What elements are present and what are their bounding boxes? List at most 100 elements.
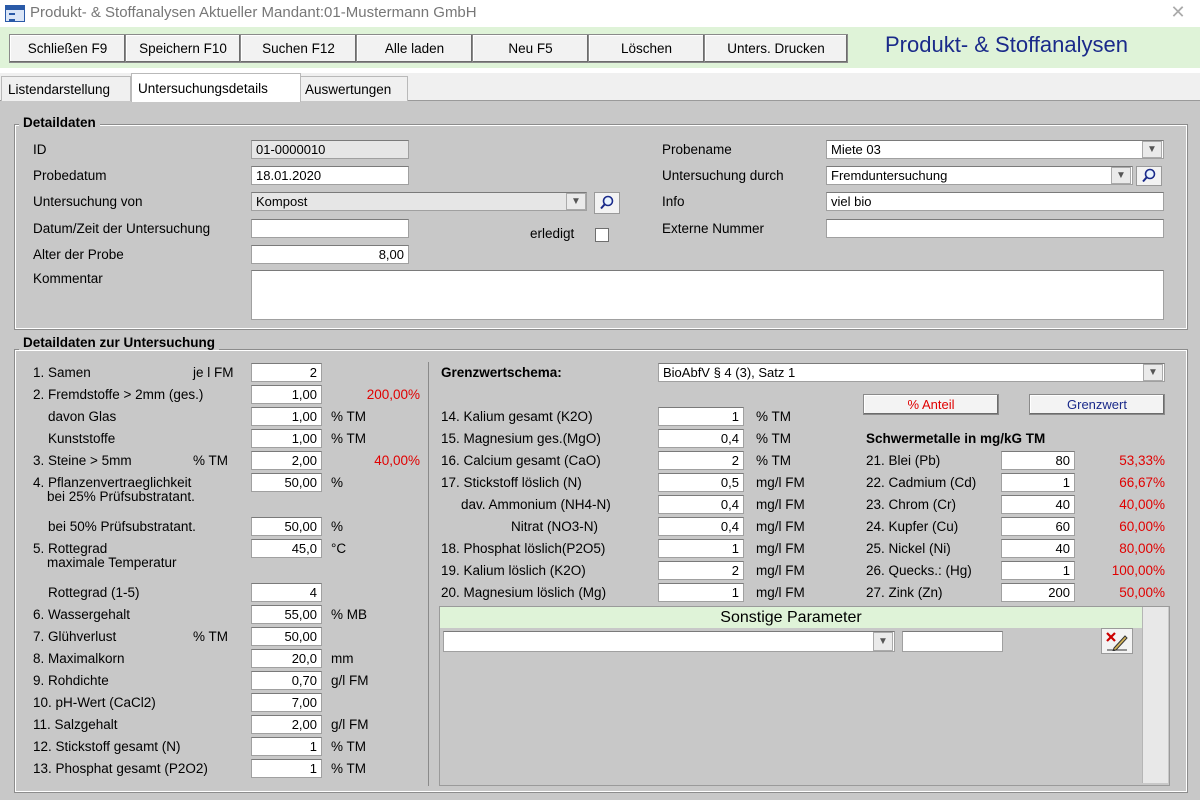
erledigt-checkbox[interactable] xyxy=(595,228,609,242)
untersuchung-von-combo[interactable]: Kompost xyxy=(251,192,587,211)
probename-combo[interactable]: Miete 03 xyxy=(826,140,1164,159)
column-divider xyxy=(428,362,429,786)
param-field[interactable]: 0,5 xyxy=(658,473,744,492)
new-button[interactable]: Neu F5 xyxy=(472,34,589,63)
param-label-sub: bei 25% Prüfsubstratant. xyxy=(47,489,195,504)
detail-group-title: Detaildaten xyxy=(19,115,100,130)
param-unit: % TM xyxy=(331,739,367,754)
param-field[interactable]: 2,00 xyxy=(251,451,322,470)
param-field[interactable]: 4 xyxy=(251,583,322,602)
tab-untersuchungsdetails[interactable]: Untersuchungsdetails xyxy=(131,73,301,102)
chevron-down-icon[interactable]: ▼ xyxy=(873,632,893,651)
page-heading: Produkt- & Stoffanalysen xyxy=(885,32,1128,57)
metal-field[interactable]: 200 xyxy=(1001,583,1075,602)
param-field[interactable]: 1 xyxy=(658,407,744,426)
param-field[interactable]: 0,70 xyxy=(251,671,322,690)
chevron-down-icon[interactable]: ▼ xyxy=(1142,141,1162,158)
param-label: Rottegrad (1-5) xyxy=(48,585,140,600)
probedatum-field[interactable]: 18.01.2020 xyxy=(251,166,409,185)
metal-label: 23. Chrom (Cr) xyxy=(866,497,957,512)
param-unit: % xyxy=(331,475,344,490)
grenzwert-button[interactable]: Grenzwert xyxy=(1029,394,1165,415)
param-unit: mg/l FM xyxy=(756,475,805,490)
metal-field[interactable]: 80 xyxy=(1001,451,1075,470)
sonstige-value-field[interactable] xyxy=(902,631,1003,652)
param-field[interactable]: 0,4 xyxy=(658,495,744,514)
untersuchung-durch-combo[interactable]: Fremduntersuchung xyxy=(826,166,1133,185)
metal-field[interactable]: 60 xyxy=(1001,517,1075,536)
id-field[interactable]: 01-0000010 xyxy=(251,140,409,159)
param-field[interactable]: 45,0 xyxy=(251,539,322,558)
param-field[interactable]: 2,00 xyxy=(251,715,322,734)
save-button[interactable]: Speichern F10 xyxy=(125,34,241,63)
param-field[interactable]: 1 xyxy=(251,759,322,778)
param-label: 5. Rottegrad xyxy=(33,541,108,556)
chevron-down-icon[interactable]: ▼ xyxy=(1143,364,1163,381)
kommentar-label: Kommentar xyxy=(33,271,103,286)
param-label: 4. Pflanzenvertraeglichkeit xyxy=(33,475,192,490)
param-unit: mm xyxy=(331,651,354,666)
metal-field[interactable]: 40 xyxy=(1001,539,1075,558)
param-field[interactable]: 1,00 xyxy=(251,407,322,426)
tab-listendarstellung[interactable]: Listendarstellung xyxy=(1,76,131,101)
param-field[interactable]: 1 xyxy=(251,737,322,756)
search-icon[interactable] xyxy=(1136,166,1162,186)
param-field[interactable]: 2 xyxy=(658,451,744,470)
alter-field[interactable]: 8,00 xyxy=(251,245,409,264)
param-field[interactable]: 1 xyxy=(658,539,744,558)
param-field[interactable]: 0,4 xyxy=(658,517,744,536)
param-label: 20. Magnesium löslich (Mg) xyxy=(441,585,607,600)
param-unit: % TM xyxy=(756,453,792,468)
param-field[interactable]: 1,00 xyxy=(251,429,322,448)
param-field[interactable]: 50,00 xyxy=(251,517,322,536)
metal-field[interactable]: 1 xyxy=(1001,473,1075,492)
sonstige-combo[interactable] xyxy=(443,631,895,652)
probedatum-label: Probedatum xyxy=(33,168,107,183)
untersuchung-von-label: Untersuchung von xyxy=(33,194,143,209)
print-button[interactable]: Unters. Drucken xyxy=(704,34,848,63)
param-field[interactable]: 50,00 xyxy=(251,473,322,492)
param-field[interactable]: 2 xyxy=(251,363,322,382)
param-label: 17. Stickstoff löslich (N) xyxy=(441,475,582,490)
metal-percent: 100,00% xyxy=(1111,563,1165,578)
info-field[interactable]: viel bio xyxy=(826,192,1164,211)
param-unit: mg/l FM xyxy=(756,519,805,534)
load-all-button[interactable]: Alle laden xyxy=(356,34,473,63)
kommentar-field[interactable] xyxy=(251,270,1164,320)
close-button[interactable]: Schließen F9 xyxy=(9,34,126,63)
delete-button[interactable]: Löschen xyxy=(588,34,705,63)
chevron-down-icon[interactable]: ▼ xyxy=(1111,167,1131,184)
param-unit: mg/l FM xyxy=(756,585,805,600)
param-field[interactable]: 50,00 xyxy=(251,627,322,646)
param-label: Nitrat (NO3-N) xyxy=(511,519,598,534)
anteil-button[interactable]: % Anteil xyxy=(863,394,999,415)
metal-field[interactable]: 1 xyxy=(1001,561,1075,580)
param-field[interactable]: 7,00 xyxy=(251,693,322,712)
param-unit: % TM xyxy=(331,409,367,424)
search-icon[interactable] xyxy=(594,192,620,214)
externe-nummer-field[interactable] xyxy=(826,219,1164,238)
param-field[interactable]: 55,00 xyxy=(251,605,322,624)
param-field[interactable]: 1 xyxy=(658,583,744,602)
param-label: 15. Magnesium ges.(MgO) xyxy=(441,431,601,446)
param-field[interactable]: 20,0 xyxy=(251,649,322,668)
grenzwert-combo[interactable]: BioAbfV § 4 (3), Satz 1 xyxy=(658,363,1165,382)
close-icon[interactable]: ✕ xyxy=(1163,2,1193,24)
param-unit-prefix: je l FM xyxy=(193,365,234,380)
metal-field[interactable]: 40 xyxy=(1001,495,1075,514)
tab-auswertungen[interactable]: Auswertungen xyxy=(298,76,408,101)
scrollbar[interactable] xyxy=(1142,607,1168,783)
datum-zeit-field[interactable] xyxy=(251,219,409,238)
chevron-down-icon[interactable]: ▼ xyxy=(566,193,586,210)
alter-label: Alter der Probe xyxy=(33,247,124,262)
param-unit: °C xyxy=(331,541,347,556)
metal-percent: 66,67% xyxy=(1119,475,1165,490)
param-label: 8. Maximalkorn xyxy=(33,651,125,666)
param-unit: % TM xyxy=(756,431,792,446)
param-field[interactable]: 0,4 xyxy=(658,429,744,448)
delete-edit-icon[interactable] xyxy=(1101,628,1133,654)
search-button[interactable]: Suchen F12 xyxy=(240,34,357,63)
param-field[interactable]: 1,00 xyxy=(251,385,322,404)
param-label: Kunststoffe xyxy=(48,431,116,446)
param-field[interactable]: 2 xyxy=(658,561,744,580)
